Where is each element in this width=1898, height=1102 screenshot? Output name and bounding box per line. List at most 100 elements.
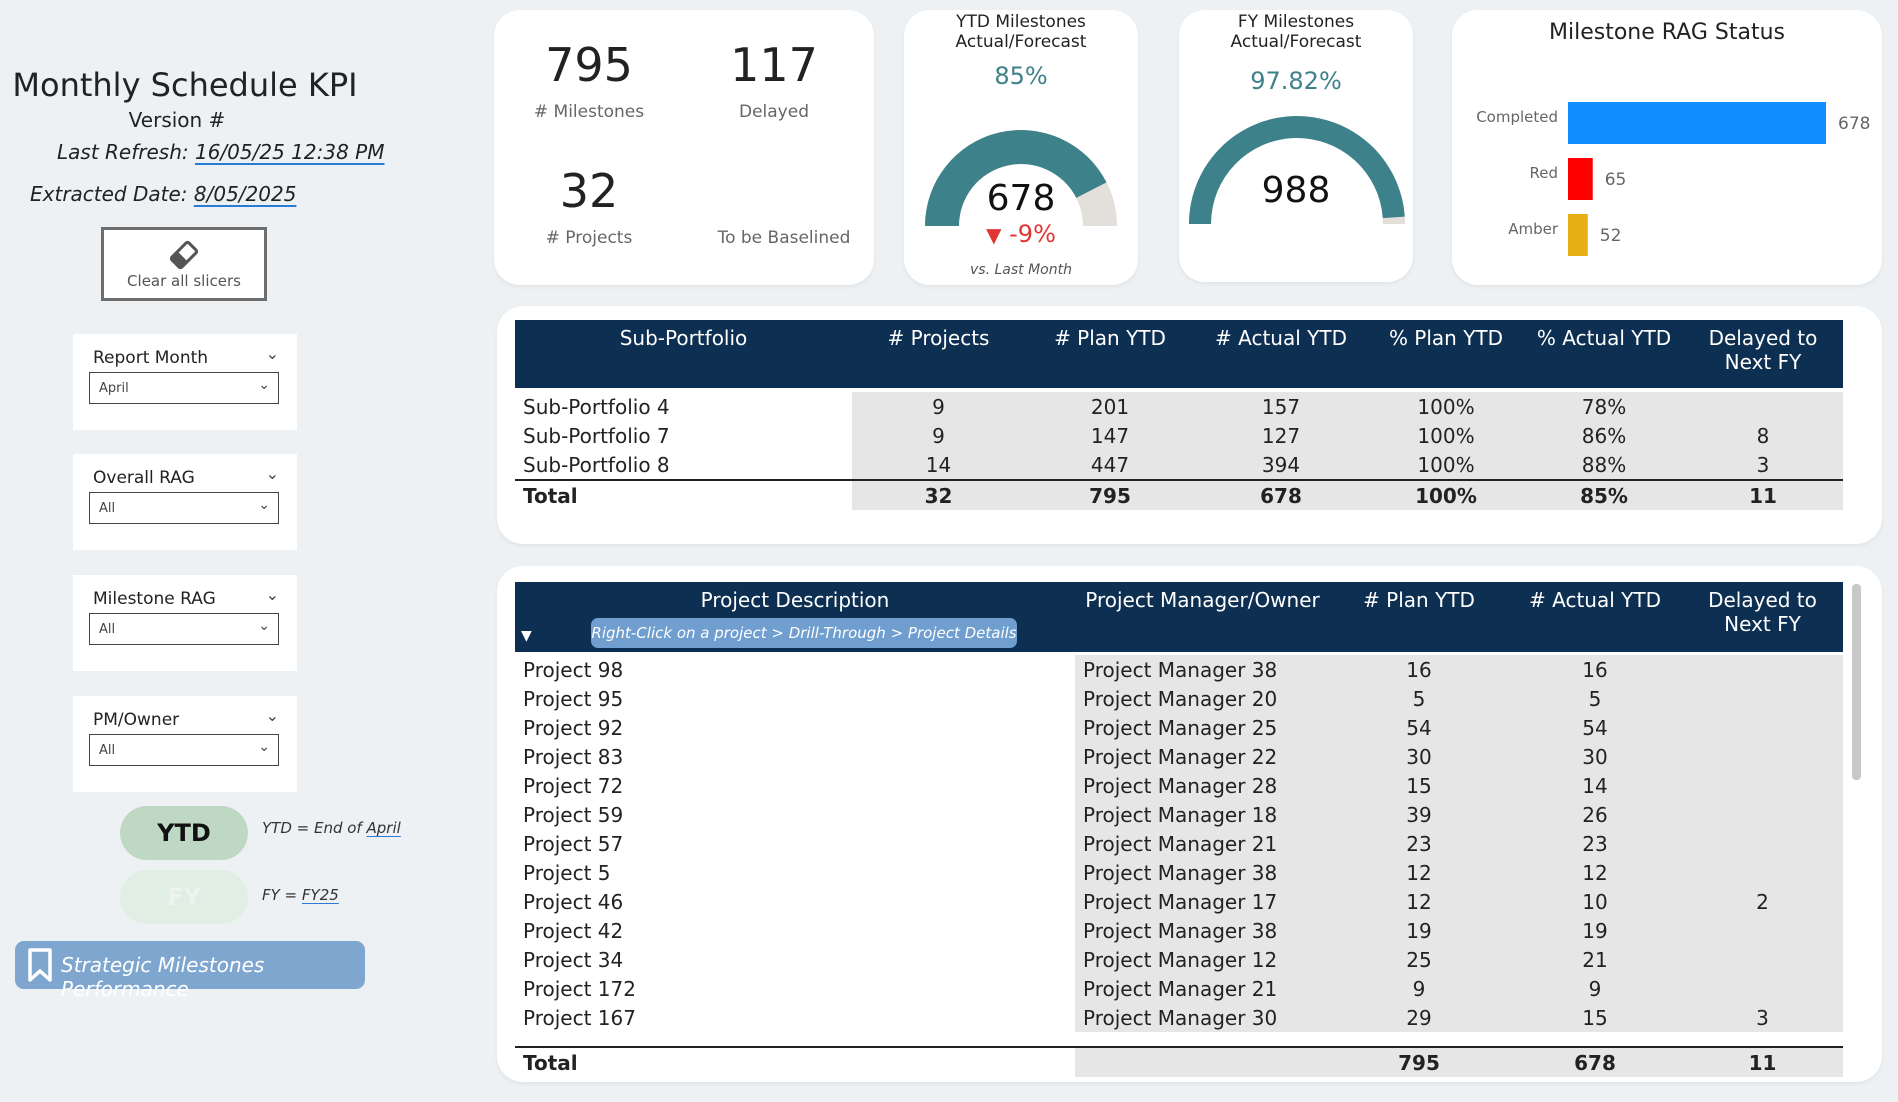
- col-header-plan-ytd[interactable]: # Plan YTD: [1330, 582, 1508, 652]
- table-row[interactable]: Project 167 Project Manager 30 29 15 3: [515, 1003, 1843, 1032]
- fy-gauge-value: 988: [1261, 170, 1331, 211]
- category-label-red: Red: [1530, 164, 1559, 182]
- last-refresh-label: Last Refresh:: [57, 140, 189, 164]
- table-row[interactable]: Project 42 Project Manager 38 19 19: [515, 916, 1843, 945]
- cell: Project 42: [523, 918, 624, 943]
- table-row[interactable]: Project 46 Project Manager 17 12 10 2: [515, 887, 1843, 916]
- chevron-down-icon: ⌄: [258, 618, 270, 634]
- col-header-pm-owner[interactable]: Project Manager/Owner: [1075, 582, 1330, 652]
- table-row[interactable]: Project 98 Project Manager 38 16 16: [515, 655, 1843, 684]
- category-label-amber: Amber: [1508, 220, 1559, 238]
- delayed-count: 117: [730, 38, 818, 92]
- table-total-row: Total 795 678 11: [515, 1046, 1843, 1077]
- slicer-overall-rag[interactable]: Overall RAG ⌄ All ⌄: [73, 454, 297, 550]
- projects-label: # Projects: [545, 228, 633, 248]
- table-row[interactable]: Project 59 Project Manager 18 39 26: [515, 800, 1843, 829]
- chevron-down-icon: ⌄: [258, 377, 270, 393]
- cell: 100%: [1367, 479, 1525, 510]
- cell: 23: [1330, 829, 1508, 858]
- table-row[interactable]: Project 95 Project Manager 20 5 5: [515, 684, 1843, 713]
- strategic-milestones-button[interactable]: Strategic Milestones Performance: [15, 941, 365, 1001]
- bar-completed[interactable]: [1568, 102, 1826, 144]
- slicer-dropdown[interactable]: All ⌄: [89, 613, 279, 645]
- cell: 394: [1195, 450, 1367, 480]
- chevron-down-icon[interactable]: ⌄: [266, 585, 279, 604]
- clear-slicers-button[interactable]: Clear all slicers: [101, 227, 267, 301]
- cell: Project Manager 38: [1075, 916, 1330, 945]
- table-row[interactable]: Sub-Portfolio 8 14 447 394 100% 88% 3: [515, 450, 1843, 480]
- cell: 39: [1330, 800, 1508, 829]
- bar-red[interactable]: [1568, 158, 1593, 200]
- chevron-down-icon[interactable]: ⌄: [266, 706, 279, 725]
- extracted-label: Extracted Date:: [30, 182, 188, 206]
- cell: 85%: [1525, 479, 1683, 510]
- cell: 54: [1508, 713, 1682, 742]
- table-row[interactable]: Project 83 Project Manager 22 30 30: [515, 742, 1843, 771]
- rag-bar-chart: Completed 678 Red 65 Amber 52: [1476, 102, 1870, 256]
- delayed-label: Delayed: [738, 102, 809, 122]
- version-label: Version #: [128, 108, 226, 132]
- table-row[interactable]: Project 34 Project Manager 12 25 21: [515, 945, 1843, 974]
- col-header-pct-plan-ytd[interactable]: % Plan YTD: [1367, 320, 1525, 388]
- fy-note-prefix: FY =: [262, 886, 298, 904]
- fy-toggle-button[interactable]: FY: [120, 870, 248, 924]
- slicer-label: Milestone RAG: [93, 589, 216, 609]
- chevron-down-icon[interactable]: ⌄: [266, 464, 279, 483]
- slicer-report-month[interactable]: Report Month ⌄ April ⌄: [73, 334, 297, 430]
- slicer-milestone-rag[interactable]: Milestone RAG ⌄ All ⌄: [73, 575, 297, 671]
- cell: Project 167: [523, 1005, 636, 1030]
- cell: 447: [1025, 450, 1195, 480]
- cell: Project Manager 38: [1075, 858, 1330, 887]
- ytd-gauge-percent: 85%: [994, 62, 1048, 90]
- slicer-dropdown[interactable]: April ⌄: [89, 372, 279, 404]
- cell: 30: [1508, 742, 1682, 771]
- milestones-count: 795: [545, 38, 633, 92]
- table-row[interactable]: Project 72 Project Manager 28 15 14: [515, 771, 1843, 800]
- milestones-label: # Milestones: [533, 102, 645, 122]
- table-row[interactable]: Project 172 Project Manager 21 9 9: [515, 974, 1843, 1003]
- chart-title: Milestone RAG Status: [1549, 20, 1785, 45]
- cell: 23: [1508, 829, 1682, 858]
- slicer-pm-owner[interactable]: PM/Owner ⌄ All ⌄: [73, 696, 297, 792]
- scrollbar-thumb[interactable]: [1852, 584, 1861, 780]
- col-header-actual-ytd[interactable]: # Actual YTD: [1195, 320, 1367, 388]
- cell: Project 98: [523, 657, 624, 682]
- chevron-down-icon[interactable]: ⌄: [266, 344, 279, 363]
- col-header-sub-portfolio[interactable]: Sub-Portfolio: [515, 320, 852, 388]
- chevron-down-icon: ⌄: [258, 497, 270, 513]
- cell: [1075, 1046, 1330, 1077]
- slicer-dropdown[interactable]: All ⌄: [89, 734, 279, 766]
- ytd-toggle-button[interactable]: YTD: [120, 806, 248, 860]
- cell: Project Manager 30: [1075, 1003, 1330, 1032]
- cell: Project Manager 22: [1075, 742, 1330, 771]
- cell: 11: [1683, 479, 1843, 510]
- cell: 795: [1025, 479, 1195, 510]
- col-header-label: Project Description: [700, 588, 890, 612]
- table-row[interactable]: Project 92 Project Manager 25 54 54: [515, 713, 1843, 742]
- table-row[interactable]: Project 5 Project Manager 38 12 12: [515, 858, 1843, 887]
- cell: 15: [1508, 1003, 1682, 1032]
- col-header-actual-ytd[interactable]: # Actual YTD: [1508, 582, 1682, 652]
- table-row[interactable]: Project 57 Project Manager 21 23 23: [515, 829, 1843, 858]
- cell: [1682, 800, 1843, 829]
- col-header-delayed-next-fy[interactable]: Delayed to Next FY: [1682, 582, 1843, 652]
- col-header-pct-actual-ytd[interactable]: % Actual YTD: [1525, 320, 1683, 388]
- cell: 16: [1330, 655, 1508, 684]
- to-be-baselined-label: To be Baselined: [717, 228, 851, 248]
- col-header-delayed-next-fy[interactable]: Delayed to Next FY: [1683, 320, 1843, 388]
- cell: Project Manager 38: [1075, 655, 1330, 684]
- cell: [1682, 771, 1843, 800]
- table-row[interactable]: Sub-Portfolio 7 9 147 127 100% 86% 8: [515, 421, 1843, 450]
- eraser-icon: [169, 240, 199, 270]
- sort-down-icon[interactable]: ▼: [521, 628, 532, 644]
- cell: 5: [1330, 684, 1508, 713]
- col-header-plan-ytd[interactable]: # Plan YTD: [1025, 320, 1195, 388]
- slicer-dropdown[interactable]: All ⌄: [89, 492, 279, 524]
- col-header-projects[interactable]: # Projects: [852, 320, 1025, 388]
- table-row[interactable]: Sub-Portfolio 4 9 201 157 100% 78%: [515, 392, 1843, 421]
- cell: Project Manager 21: [1075, 974, 1330, 1003]
- col-header-project-description[interactable]: Project Description ▼ Right-Click on a p…: [515, 582, 1075, 652]
- bar-amber[interactable]: [1568, 214, 1588, 256]
- fy-note-value: FY25: [301, 886, 339, 904]
- cell: 32: [852, 479, 1025, 510]
